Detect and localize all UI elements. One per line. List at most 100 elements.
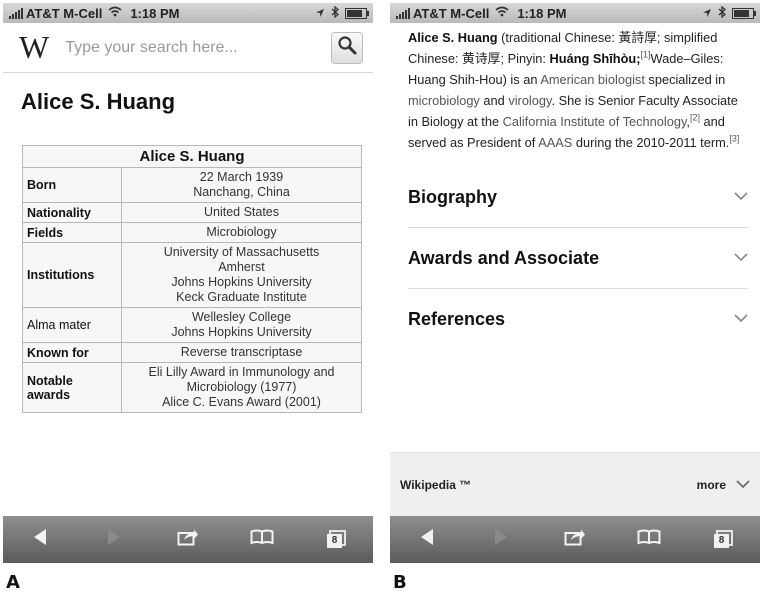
tabs-button[interactable]: 8	[705, 525, 741, 555]
citation-link[interactable]: [3]	[729, 134, 739, 144]
forward-button[interactable]	[483, 525, 519, 555]
chevron-down-icon	[734, 310, 748, 328]
infobox-row-notable-awards: Notable awards Eli Lilly Award in Immuno…	[22, 362, 362, 413]
back-icon	[419, 528, 435, 551]
article-link[interactable]: American biologist	[540, 72, 645, 87]
bluetooth-icon	[718, 5, 726, 21]
infobox-label: Known for	[22, 342, 122, 363]
infobox-row-alma-mater: Alma mater Wellesley College Johns Hopki…	[22, 307, 362, 343]
share-icon	[564, 528, 586, 551]
section-title: Biography	[408, 186, 498, 207]
article-text: and	[479, 93, 509, 108]
infobox-value-line[interactable]: Amherst	[126, 260, 357, 275]
chevron-down-icon	[734, 249, 748, 267]
infobox-value-line[interactable]: United States	[126, 205, 357, 220]
infobox-value: University of Massachusetts Amherst John…	[121, 242, 362, 308]
article-lead: Alice S. Huang (traditional Chinese: 黃詩厚…	[390, 23, 760, 153]
infobox-value-line[interactable]: Nanchang, China	[126, 185, 357, 200]
bluetooth-icon	[331, 5, 339, 21]
infobox-value-line[interactable]: Alice C. Evans Award (2001)	[126, 395, 357, 410]
section-title: Awards and Associate	[408, 247, 600, 268]
back-icon	[32, 528, 48, 551]
infobox-label: Nationality	[22, 202, 122, 223]
wifi-icon	[108, 6, 122, 20]
tabs-count: 8	[718, 534, 725, 546]
footer-more-button[interactable]: more	[697, 478, 750, 492]
tabs-count: 8	[331, 534, 338, 546]
article-link[interactable]: microbiology	[408, 93, 480, 108]
panel-label-a: A	[6, 572, 20, 593]
browser-toolbar: 8	[390, 516, 760, 563]
back-button[interactable]	[22, 525, 58, 555]
panel-label-b: B	[393, 572, 407, 593]
status-bar: AT&T M-Cell 1:18 PM	[3, 3, 373, 23]
footer-brand[interactable]: Wikipedia ™	[400, 478, 471, 492]
chevron-down-icon	[736, 478, 750, 492]
infobox-row-known-for: Known for Reverse transcriptase	[22, 342, 362, 363]
back-button[interactable]	[409, 525, 445, 555]
share-icon	[177, 528, 199, 551]
status-bar: AT&T M-Cell 1:18 PM	[390, 3, 760, 23]
battery-icon	[345, 7, 369, 19]
infobox-value-line: 22 March 1939	[199, 170, 284, 184]
infobox-value-line[interactable]: Eli Lilly Award in Immunology and	[126, 365, 357, 380]
article-subject: Alice S. Huang	[408, 30, 498, 45]
infobox-value-line[interactable]: Johns Hopkins University	[126, 325, 357, 340]
article-text: specialized in	[644, 72, 726, 87]
bookmarks-icon	[637, 529, 661, 550]
phone-screen-b: AT&T M-Cell 1:18 PM Alice S. Huang (trad…	[390, 3, 760, 563]
chevron-down-icon	[734, 188, 748, 206]
search-input[interactable]	[63, 37, 331, 58]
wifi-icon	[495, 6, 509, 20]
bookmarks-button[interactable]	[631, 525, 667, 555]
article-link[interactable]: California Institute of Technology	[503, 114, 687, 129]
infobox-value-line[interactable]: Microbiology (1977)	[126, 380, 357, 395]
infobox-value-line[interactable]: Johns Hopkins University	[126, 275, 357, 290]
forward-icon	[106, 528, 122, 551]
infobox-value-line[interactable]: Microbiology	[126, 225, 357, 240]
bookmarks-button[interactable]	[244, 525, 280, 555]
location-arrow-icon	[702, 6, 712, 21]
section-references[interactable]: References	[408, 289, 748, 349]
wikipedia-logo[interactable]: W	[19, 29, 49, 66]
infobox-row-institutions: Institutions University of Massachusetts…	[22, 242, 362, 308]
citation-link[interactable]: [1]	[641, 50, 651, 60]
phone-screen-a: AT&T M-Cell 1:18 PM W Alice S. Huang Ali…	[3, 3, 373, 563]
infobox-value-line[interactable]: University of Massachusetts	[126, 245, 357, 260]
citation-link[interactable]: [2]	[690, 113, 700, 123]
forward-button[interactable]	[96, 525, 132, 555]
share-button[interactable]	[170, 525, 206, 555]
infobox-title: Alice S. Huang	[22, 145, 362, 168]
infobox-label: Born	[22, 167, 122, 203]
article-link[interactable]: AAAS	[538, 135, 572, 150]
infobox-row-nationality: Nationality United States	[22, 202, 362, 223]
section-awards[interactable]: Awards and Associate	[408, 228, 748, 289]
article-link[interactable]: virology	[508, 93, 551, 108]
infobox-label: Notable awards	[22, 362, 122, 413]
signal-icon	[9, 7, 23, 19]
tabs-button[interactable]: 8	[318, 525, 354, 555]
search-icon	[337, 35, 357, 60]
bookmarks-icon	[250, 529, 274, 550]
infobox-value: United States	[121, 202, 362, 223]
infobox-row-born: Born 22 March 1939 Nanchang, China	[22, 167, 362, 203]
infobox: Alice S. Huang Born 22 March 1939 Nancha…	[22, 145, 362, 413]
infobox-value-line[interactable]: Wellesley College	[126, 310, 357, 325]
footer-more-label: more	[696, 477, 726, 492]
infobox-value: Wellesley College Johns Hopkins Universi…	[121, 307, 362, 343]
share-button[interactable]	[557, 525, 593, 555]
infobox-value: 22 March 1939 Nanchang, China	[121, 167, 362, 203]
infobox-value-line[interactable]: Keck Graduate Institute	[126, 290, 357, 305]
infobox-value: Microbiology	[121, 222, 362, 243]
infobox-value: Eli Lilly Award in Immunology and Microb…	[121, 362, 362, 413]
infobox-value-line[interactable]: Reverse transcriptase	[126, 345, 357, 360]
infobox-label: Institutions	[22, 242, 122, 308]
search-button[interactable]	[331, 31, 363, 64]
infobox-row-fields: Fields Microbiology	[22, 222, 362, 243]
carrier-name: AT&T M-Cell	[413, 5, 490, 21]
signal-icon	[396, 7, 410, 19]
infobox-label: Alma mater	[22, 307, 122, 343]
section-biography[interactable]: Biography	[408, 167, 748, 228]
infobox-label: Fields	[22, 222, 122, 243]
battery-icon	[732, 7, 756, 19]
